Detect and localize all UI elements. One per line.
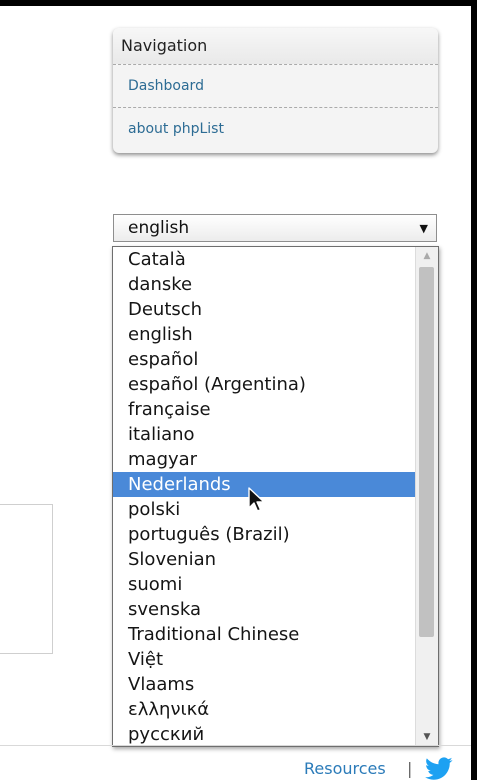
twitter-icon[interactable] (425, 757, 453, 780)
language-select-value: english (128, 218, 190, 238)
scroll-up-arrow-icon[interactable]: ▲ (416, 247, 438, 265)
page: Navigation Dashboard about phpList engli… (0, 0, 477, 780)
navigation-title: Navigation (113, 28, 438, 65)
language-option[interactable]: русский (113, 722, 415, 746)
language-option[interactable]: danske (113, 272, 415, 297)
mouse-pointer-icon (248, 487, 265, 512)
language-option[interactable]: español (113, 347, 415, 372)
language-option[interactable]: Deutsch (113, 297, 415, 322)
language-select[interactable]: english ▼ (113, 214, 437, 242)
language-option[interactable]: Català (113, 247, 415, 272)
language-option[interactable]: svenska (113, 597, 415, 622)
language-option[interactable]: Slovenian (113, 547, 415, 572)
dropdown-scrollbar[interactable]: ▲ ▼ (415, 247, 438, 746)
scroll-down-arrow-icon[interactable]: ▼ (416, 728, 438, 746)
language-option[interactable]: Việt (113, 647, 415, 672)
language-option[interactable]: español (Argentina) (113, 372, 415, 397)
nav-link-dashboard[interactable]: Dashboard (113, 65, 438, 108)
scrollbar-thumb[interactable] (419, 267, 434, 637)
content-box (0, 504, 53, 654)
language-option[interactable]: française (113, 397, 415, 422)
nav-link-about-phplist[interactable]: about phpList (113, 108, 438, 150)
window-border-top (0, 0, 477, 6)
language-option[interactable]: Vlaams (113, 672, 415, 697)
language-option[interactable]: italiano (113, 422, 415, 447)
language-option[interactable]: ελληνικά (113, 697, 415, 722)
language-option[interactable]: português (Brazil) (113, 522, 415, 547)
language-option[interactable]: suomi (113, 572, 415, 597)
navigation-panel: Navigation Dashboard about phpList (113, 28, 438, 153)
language-option[interactable]: Traditional Chinese (113, 622, 415, 647)
language-dropdown-list: Català danske Deutsch english español español… (112, 246, 439, 747)
window-border-right (471, 0, 477, 780)
footer-separator: | (407, 759, 413, 778)
language-option[interactable]: magyar (113, 447, 415, 472)
chevron-down-icon: ▼ (419, 222, 428, 235)
footer-divider (0, 745, 471, 746)
language-option[interactable]: english (113, 322, 415, 347)
footer-resources-link[interactable]: Resources (304, 759, 386, 778)
